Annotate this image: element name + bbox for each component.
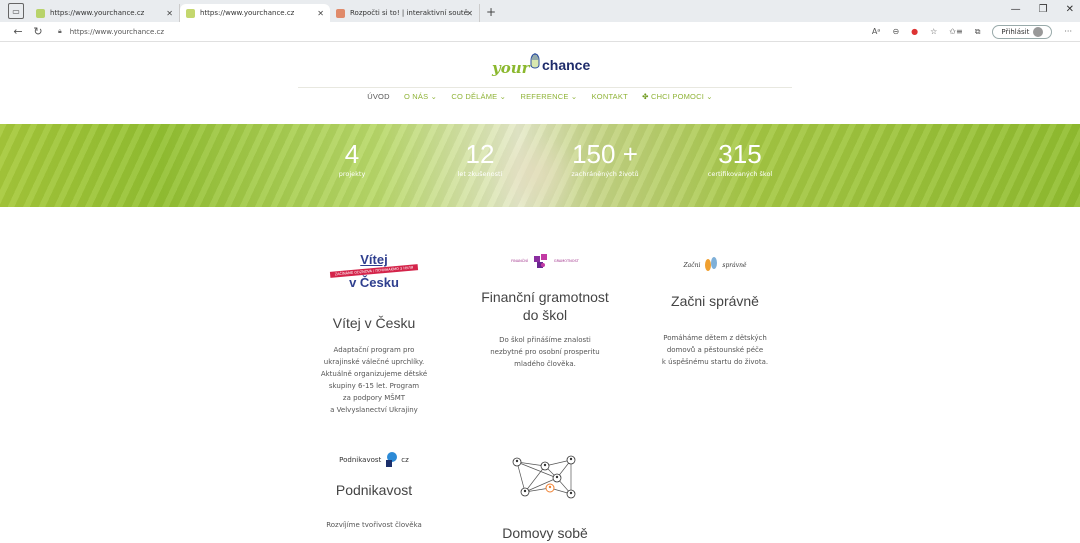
url-text: https://www.yourchance.cz — [69, 27, 165, 36]
restore-icon[interactable]: ❐ — [1039, 4, 1048, 15]
card-description: Pomáháme dětem z dětských domovů a pěsto… — [661, 334, 769, 366]
more-menu-icon[interactable]: ··· — [1064, 27, 1072, 36]
stat-label: let zkušeností — [457, 170, 503, 178]
card-title: Vítej v Česku — [332, 315, 416, 331]
logo-chance: chance — [542, 57, 591, 73]
card-title: Finanční gramotnost do škol — [481, 289, 609, 323]
tab-actions-icon[interactable]: ▭ — [8, 3, 24, 19]
favicon-icon — [336, 8, 345, 18]
address-bar: ← ↻ 🔒︎ https://www.yourchance.cz Aᵃ ⊖ ● … — [0, 22, 1080, 42]
signin-label: Přihlásit — [1001, 27, 1030, 36]
stat-lives: 150 + zachráněných životů — [565, 140, 645, 178]
window-controls: — ❐ ✕ — [1011, 4, 1074, 15]
browser-tab-2[interactable]: https://www.yourchance.cz ✕ — [180, 4, 330, 22]
project-card-zacni[interactable]: Začni správně Začni správně Pomáháme dět… — [635, 252, 795, 368]
card-description: Rozvíjíme tvořivost člověka — [326, 521, 422, 529]
card-title: Podnikavost — [335, 482, 413, 498]
hand-icon — [530, 53, 540, 69]
signin-button[interactable]: Přihlásit — [992, 24, 1053, 39]
browser-tabbar: ▭ https://www.yourchance.cz ✕ https://ww… — [0, 0, 1080, 22]
stat-label: projekty — [338, 170, 366, 178]
project-card-podnikavost[interactable]: Podnikavost cz Podnikavost Rozvíjíme tvo… — [294, 447, 454, 531]
back-icon[interactable]: ← — [8, 25, 28, 38]
zacni-logo: Začni správně — [635, 252, 795, 278]
lightbulb-icon — [386, 452, 398, 467]
stat-number: 12 — [465, 139, 495, 169]
logo-your: your — [492, 59, 530, 77]
site-header: your chance ÚVOD O NÁS ⌄ CO DĚLÁME ⌄ REF… — [0, 42, 1080, 101]
nav-divider — [298, 87, 792, 88]
stat-label: certifikovaných škol — [707, 170, 773, 178]
browser-tab-1[interactable]: https://www.yourchance.cz ✕ — [30, 4, 180, 22]
podnikavost-logo: Podnikavost cz — [294, 447, 454, 473]
close-tab-icon[interactable]: ✕ — [317, 9, 324, 18]
tab-label: https://www.yourchance.cz — [200, 9, 295, 17]
stat-projects: 4 projekty — [322, 140, 382, 178]
nav-item-uvod[interactable]: ÚVOD — [367, 92, 389, 101]
vitej-logo-line2: v Česku — [349, 275, 399, 290]
nav-item-kontakt[interactable]: KONTAKT — [592, 92, 628, 101]
refresh-icon[interactable]: ↻ — [28, 25, 48, 38]
tab-label: Rozpočti si to! | interaktivní soutě — [350, 9, 468, 17]
hero-banner: 4 projekty 12 let zkušeností 150 + zachr… — [0, 124, 1080, 207]
main-nav: ÚVOD O NÁS ⌄ CO DĚLÁME ⌄ REFERENCE ⌄ KON… — [0, 92, 1080, 101]
collections-icon[interactable]: ⧉ — [975, 27, 981, 37]
url-field[interactable]: 🔒︎ https://www.yourchance.cz — [58, 27, 164, 36]
read-aloud-icon[interactable]: Aᵃ — [872, 27, 881, 36]
stat-label: zachráněných životů — [571, 170, 639, 178]
stat-number: 4 — [344, 139, 360, 169]
project-card-finance[interactable]: FINANČNÍ GRAMOTNOST Finanční gramotnost … — [465, 248, 625, 370]
card-title: Začni správně — [671, 293, 759, 309]
card-title: Domovy sobě — [502, 525, 588, 541]
favorites-icon[interactable]: ✩≡ — [949, 27, 962, 36]
favicon-icon — [186, 8, 195, 18]
puzzle-icon — [533, 254, 547, 268]
project-card-domovy[interactable]: Domovy sobě — [465, 452, 625, 542]
favicon-icon — [36, 8, 45, 18]
stat-schools: 315 certifikovaných škol — [695, 140, 785, 178]
nav-item-chci-pomoci[interactable]: ✤ CHCI POMOCI ⌄ — [642, 92, 713, 101]
stat-experience: 12 let zkušeností — [445, 140, 515, 178]
card-description: Adaptační program pro ukrajinské válečné… — [320, 346, 428, 414]
vitej-logo: Vítej ZAČÍNÁME ODZNOVA / ПОЧИНАЄМО З НУЛ… — [294, 252, 454, 308]
vitej-logo-line1: Vítej — [360, 252, 388, 267]
favorite-star-icon[interactable]: ☆ — [930, 27, 937, 36]
project-card-vitej[interactable]: Vítej ZAČÍNÁME ODZNOVA / ПОЧИНАЄМО З НУЛ… — [294, 252, 454, 416]
zoom-icon[interactable]: ⊖ — [892, 27, 899, 36]
close-tab-icon[interactable]: ✕ — [466, 9, 473, 18]
footprint-icon — [705, 257, 718, 271]
clover-icon: ✤ — [642, 92, 649, 101]
close-window-icon[interactable]: ✕ — [1066, 4, 1074, 15]
browser-tab-3[interactable]: Rozpočti si to! | interaktivní soutě ✕ — [330, 4, 480, 22]
avatar-icon — [1033, 26, 1044, 37]
minimize-icon[interactable]: — — [1011, 4, 1021, 15]
nav-item-co-delame[interactable]: CO DĚLÁME ⌄ — [451, 92, 506, 101]
card-description: Do škol přinášíme znalosti nezbytné pro … — [490, 336, 600, 368]
network-icon — [512, 455, 576, 499]
site-logo[interactable]: your chance — [492, 51, 612, 81]
close-tab-icon[interactable]: ✕ — [166, 9, 173, 18]
stat-number: 150 + — [572, 139, 638, 169]
nav-item-o-nas[interactable]: O NÁS ⌄ — [404, 92, 437, 101]
finance-logo: FINANČNÍ GRAMOTNOST — [465, 248, 625, 274]
stat-number: 315 — [718, 139, 762, 169]
browser-toolbar: Aᵃ ⊖ ● ☆ ✩≡ ⧉ Přihlásit ··· — [872, 24, 1072, 39]
nav-item-reference[interactable]: REFERENCE ⌄ — [520, 92, 577, 101]
lock-icon[interactable]: 🔒︎ — [58, 27, 62, 36]
extension-icon[interactable]: ● — [911, 27, 918, 36]
tab-label: https://www.yourchance.cz — [50, 9, 145, 17]
new-tab-icon[interactable]: + — [486, 5, 496, 19]
